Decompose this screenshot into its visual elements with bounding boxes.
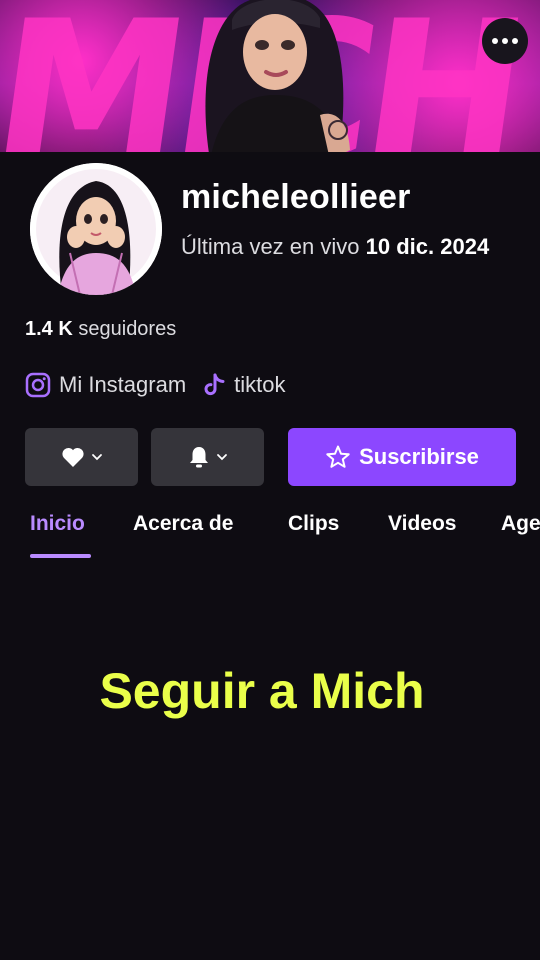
last-live-prefix: Última vez en vivo [181, 234, 360, 259]
chevron-down-icon [91, 454, 102, 461]
last-live-status: Última vez en vivo 10 dic. 2024 [181, 232, 501, 262]
tab-clips[interactable]: Clips [288, 512, 339, 536]
banner-character-illustration [205, 0, 350, 152]
social-link-label: tiktok [234, 372, 286, 397]
active-tab-indicator [30, 554, 91, 558]
social-link-label: Mi Instagram [59, 372, 187, 397]
followers-count: 1.4 K seguidores [25, 318, 176, 341]
social-link-instagram[interactable]: Mi Instagram [25, 372, 186, 398]
subscribe-label: Suscribirse [359, 444, 479, 469]
more-horizontal-icon-dot [502, 38, 508, 44]
tab-inicio[interactable]: Inicio [30, 512, 85, 536]
tab-videos[interactable]: Videos [388, 512, 456, 536]
follow-button[interactable] [25, 428, 138, 486]
tiktok-icon [204, 373, 225, 396]
star-icon [326, 445, 350, 468]
notifications-button[interactable] [151, 428, 264, 486]
social-link-tiktok[interactable]: tiktok [204, 372, 286, 398]
followers-label: seguidores [78, 318, 177, 340]
last-live-date: 10 dic. 2024 [365, 234, 490, 259]
video-caption: Seguir a Mich [99, 663, 425, 719]
social-links: Mi Instagram tiktok [25, 372, 304, 398]
bell-icon [189, 447, 208, 468]
more-horizontal-icon [492, 38, 498, 44]
avatar[interactable] [30, 163, 162, 295]
avatar-illustration [30, 163, 162, 295]
heart-icon [61, 448, 84, 467]
tab-agenda[interactable]: Agenda [501, 512, 540, 536]
channel-username: micheleollieer [181, 178, 411, 216]
channel-banner: MICH [0, 0, 540, 152]
more-horizontal-icon-dot [512, 38, 518, 44]
followers-number: 1.4 K [25, 318, 73, 340]
chevron-down-icon [216, 454, 227, 461]
channel-tabs: Inicio Acerca de Clips Videos Agenda [0, 508, 540, 558]
more-options-button[interactable] [482, 18, 528, 64]
instagram-icon [25, 372, 51, 398]
subscribe-button[interactable]: Suscribirse [288, 428, 516, 486]
tab-acerca-de[interactable]: Acerca de [133, 512, 233, 536]
